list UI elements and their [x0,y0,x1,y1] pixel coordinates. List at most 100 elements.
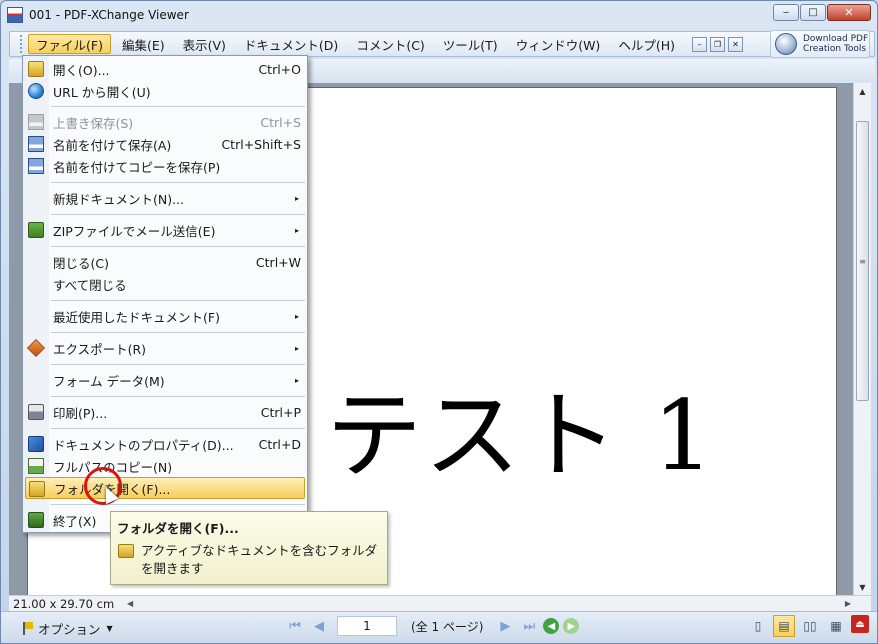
scroll-left-icon[interactable]: ◀ [127,599,133,608]
next-page-button[interactable]: ▶ [495,616,515,636]
menu-item-label: 印刷(P)... [53,405,108,421]
menu-item-open-folder[interactable]: フォルダを開く(F)... [25,477,305,499]
status-bar: オプション ▼ ⏮ ◀ 1 (全 1 ページ) ▶ ⏭ ◀ ▶ ▯ ▤ ▯▯ ▦… [1,611,877,643]
submenu-arrow-icon: ▸ [294,225,299,235]
menu-file[interactable]: ファイル(F) [28,34,111,54]
minimize-button[interactable]: ‒ [773,4,799,21]
page-total-label: (全 1 ページ) [411,619,484,634]
page-navigation: ⏮ ◀ 1 (全 1 ページ) ▶ ⏭ ◀ ▶ [285,616,580,636]
menu-separator [51,214,305,215]
previous-page-button[interactable]: ◀ [309,616,329,636]
menu-tooltip: フォルダを開く(F)... アクティブなドキュメントを含むフォルダを開きます [110,511,388,585]
continuous-view-icon[interactable]: ▤ [773,615,795,637]
save-disk-icon [28,114,44,130]
facing-pages-view-icon[interactable]: ▯▯ [799,615,821,637]
properties-icon [28,436,44,452]
download-pdf-tools-button[interactable]: Download PDF Creation Tools [770,30,870,58]
forward-arrow-icon[interactable]: ▶ [563,618,580,634]
vertical-scrollbar[interactable]: ▲ ≡ ▼ [853,83,871,595]
menu-tools[interactable]: ツール(T) [436,34,505,54]
vertical-scroll-thumb[interactable]: ≡ [856,121,869,401]
menu-comment[interactable]: コメント(C) [349,34,431,54]
menu-item-close-all[interactable]: すべて閉じる [25,273,305,295]
menu-item-label: 閉じる(C) [53,255,109,271]
pdf-app-icon [7,7,23,23]
menu-view[interactable]: 表示(V) [176,34,233,54]
menu-item-label: 名前を付けてコピーを保存(P) [53,159,221,175]
tooltip-description: アクティブなドキュメントを含むフォルダを開きます [141,543,378,576]
menu-document[interactable]: ドキュメント(D) [237,34,345,54]
menu-item-save-as[interactable]: 名前を付けて保存(A) Ctrl+Shift+S [25,133,305,155]
page-size-readout: 21.00 x 29.70 cm [13,596,115,611]
menu-item-print[interactable]: 印刷(P)... Ctrl+P [25,401,305,423]
menu-separator [51,106,305,107]
pdf-logo-icon[interactable]: ⏏ [851,615,869,633]
menu-item-shortcut: Ctrl+S [260,114,301,130]
back-arrow-icon[interactable]: ◀ [543,618,560,634]
menu-item-open[interactable]: 開く(O)... Ctrl+O [25,58,305,80]
menu-item-label: フォーム データ(M) [53,373,165,389]
maximize-button[interactable]: □ [800,4,826,21]
menu-item-shortcut: Ctrl+Shift+S [221,136,301,152]
mdi-restore-button[interactable]: ❐ [709,36,725,52]
menu-item-shortcut: Ctrl+O [258,61,301,77]
options-button[interactable]: オプション ▼ [23,619,113,638]
menu-bar: ファイル(F) 編集(E) 表示(V) ドキュメント(D) コメント(C) ツー… [9,30,875,58]
menu-separator [51,428,305,429]
menu-item-export[interactable]: エクスポート(R) ▸ [25,337,305,359]
menu-item-close[interactable]: 閉じる(C) Ctrl+W [25,251,305,273]
menu-window[interactable]: ウィンドウ(W) [509,34,608,54]
menu-help[interactable]: ヘルプ(H) [611,34,682,54]
close-button[interactable]: ✕ [827,4,871,21]
scroll-right-icon[interactable]: ▶ [845,599,851,608]
mdi-close-button[interactable]: ✕ [727,36,743,52]
page-number-input[interactable]: 1 [337,616,397,636]
menubar-grip[interactable] [20,35,24,53]
submenu-arrow-icon: ▸ [294,375,299,385]
menu-item-zip-mail[interactable]: ZIPファイルでメール送信(E) ▸ [25,219,305,241]
menu-item-form-data[interactable]: フォーム データ(M) ▸ [25,369,305,391]
options-label: オプション [38,622,101,637]
window-controls: ‒ □ ✕ [773,4,871,21]
save-as-disk-icon [28,136,44,152]
menu-item-shortcut: Ctrl+P [260,404,301,420]
menu-separator [51,364,305,365]
first-page-button[interactable]: ⏮ [285,616,305,636]
printer-icon [28,404,44,420]
submenu-arrow-icon: ▸ [294,343,299,353]
menu-item-recent-documents[interactable]: 最近使用したドキュメント(F) ▸ [25,305,305,327]
menu-item-label: 名前を付けて保存(A) [53,137,172,153]
submenu-arrow-icon: ▸ [294,193,299,203]
menu-item-label: エクスポート(R) [53,341,147,357]
menu-item-document-properties[interactable]: ドキュメントのプロパティ(D)... Ctrl+D [25,433,305,455]
menu-separator [51,182,305,183]
menu-item-copy-full-path[interactable]: フルパスのコピー(N) [25,455,305,477]
single-page-view-icon[interactable]: ▯ [747,615,769,637]
scroll-up-icon[interactable]: ▲ [854,83,871,99]
view-mode-buttons: ▯ ▤ ▯▯ ▦ ⏏ [747,615,869,637]
menu-item-open-url[interactable]: URL から開く(U) [25,80,305,102]
flag-icon [23,622,33,635]
menu-item-label: URL から開く(U) [53,84,151,100]
mdi-minimize-button[interactable]: – [691,36,707,52]
open-folder-icon [118,544,134,558]
menu-item-label: すべて閉じる [53,277,127,293]
menu-item-save-copy[interactable]: 名前を付けてコピーを保存(P) [25,155,305,177]
chevron-down-icon: ▼ [106,624,113,633]
last-page-button[interactable]: ⏭ [519,616,539,636]
export-icon [26,338,46,358]
scroll-down-icon[interactable]: ▼ [854,579,871,595]
download-label-line2: Creation Tools [803,44,867,54]
menu-edit[interactable]: 編集(E) [115,34,172,54]
menu-item-label: 最近使用したドキュメント(F) [53,309,220,325]
open-folder-icon [29,481,45,497]
tooltip-title: フォルダを開く(F)... [117,521,239,536]
menu-separator [51,246,305,247]
mdi-controls: – ❐ ✕ [691,36,743,52]
save-copy-disk-icon [28,158,44,174]
continuous-facing-view-icon[interactable]: ▦ [825,615,847,637]
download-label-line1: Download PDF [803,34,869,44]
menu-item-new-document[interactable]: 新規ドキュメント(N)... ▸ [25,187,305,209]
menu-separator [51,332,305,333]
menu-separator [51,396,305,397]
